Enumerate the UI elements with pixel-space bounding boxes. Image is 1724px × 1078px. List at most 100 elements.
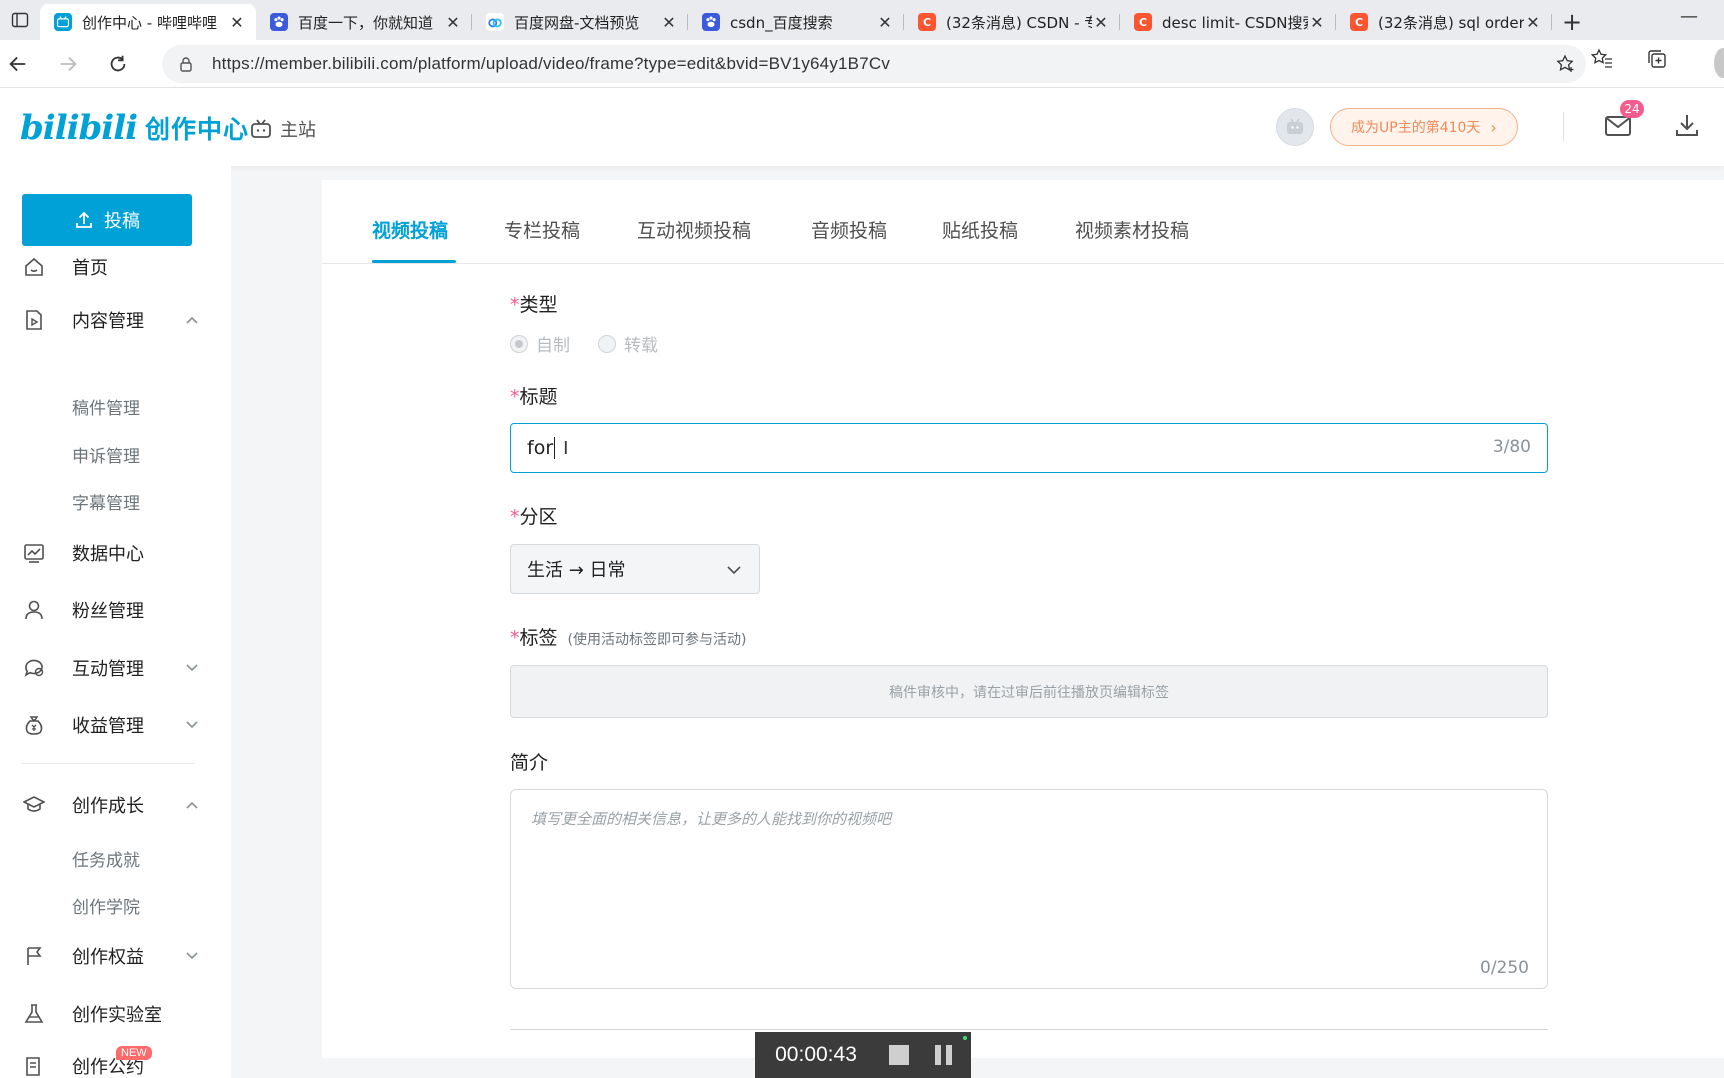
chevron-down-icon bbox=[186, 952, 198, 960]
sidebar-item-label: 数据中心 bbox=[72, 544, 144, 565]
close-tab-icon[interactable]: ✕ bbox=[876, 13, 894, 32]
main-site-link[interactable]: 主站 bbox=[250, 116, 316, 142]
logo-subtitle: 创作中心 bbox=[145, 115, 250, 144]
zone-select[interactable]: 生活 → 日常 bbox=[510, 544, 760, 594]
browser-tab-csdn-1[interactable]: C (32条消息) CSDN - 专 ✕ bbox=[904, 4, 1120, 40]
mail-count-badge: 24 bbox=[1620, 100, 1644, 118]
address-bar-row: https://member.bilibili.com/platform/upl… bbox=[0, 40, 1724, 88]
title-char-count: 3/80 bbox=[1492, 437, 1531, 457]
url-field[interactable]: https://member.bilibili.com/platform/upl… bbox=[162, 45, 1586, 83]
sidebar-item-growth[interactable]: 创作成长 bbox=[0, 783, 231, 827]
close-tab-icon[interactable]: ✕ bbox=[444, 13, 462, 32]
sidebar-item-label: 创作成长 bbox=[72, 796, 144, 817]
forward-button[interactable] bbox=[50, 46, 86, 82]
close-tab-icon[interactable]: ✕ bbox=[1092, 13, 1110, 32]
recording-timer: 00:00:43 bbox=[775, 1043, 857, 1066]
sidebar-item-label: 创作实验室 bbox=[72, 1005, 162, 1026]
tab-video-material-upload[interactable]: 视频素材投稿 bbox=[1075, 216, 1189, 243]
sidebar-item-revenue[interactable]: 收益管理 bbox=[0, 703, 231, 747]
sidebar-item-interaction[interactable]: 互动管理 bbox=[0, 646, 231, 690]
collections-icon bbox=[1647, 50, 1666, 68]
close-tab-icon[interactable]: ✕ bbox=[660, 13, 678, 32]
close-tab-icon[interactable]: ✕ bbox=[228, 13, 246, 32]
tab-title: 百度网盘-文档预览 bbox=[514, 13, 640, 32]
browser-tab-csdn-3[interactable]: C (32条消息) sql order ✕ bbox=[1336, 4, 1552, 40]
tab-article-upload[interactable]: 专栏投稿 bbox=[504, 216, 580, 243]
csdn-favicon-icon: C bbox=[918, 13, 936, 31]
sidebar-item-label: 创作权益 bbox=[72, 947, 144, 968]
sidebar-subitem-subtitles[interactable]: 字幕管理 bbox=[72, 489, 140, 514]
reload-button[interactable] bbox=[100, 46, 136, 82]
form-divider bbox=[510, 1029, 1548, 1030]
description-textarea[interactable]: 填写更全面的相关信息，让更多的人能找到你的视频吧 0/250 bbox=[510, 789, 1548, 989]
tab-interactive-video-upload[interactable]: 互动视频投稿 bbox=[637, 216, 751, 243]
up-anniversary-badge[interactable]: 成为UP主的第410天 › bbox=[1330, 108, 1518, 146]
sidebar-item-home[interactable]: 首页 bbox=[0, 245, 231, 289]
url-text: https://member.bilibili.com/platform/upl… bbox=[212, 54, 891, 73]
description-label: 简介 bbox=[510, 752, 549, 774]
sidebar-item-data-center[interactable]: 数据中心 bbox=[0, 531, 231, 575]
back-button[interactable] bbox=[0, 46, 36, 82]
title-value: for bbox=[527, 437, 554, 459]
baidu-paw-favicon-icon bbox=[270, 13, 288, 31]
browser-tab-strip: 创作中心 - 哔哩哔哩 ✕ 百度一下，你就知道 ✕ 百度网盘-文档预览 ✕ cs… bbox=[0, 0, 1724, 40]
title-input[interactable]: for I 3/80 bbox=[510, 423, 1548, 473]
chat-bubble-icon bbox=[22, 656, 46, 680]
chevron-down-icon bbox=[727, 566, 741, 575]
browser-tab-baidu-netdisk[interactable]: 百度网盘-文档预览 ✕ bbox=[472, 4, 688, 40]
sidebar-subitem-academy[interactable]: 创作学院 bbox=[72, 893, 140, 918]
new-badge: NEW bbox=[116, 1046, 152, 1060]
download-icon[interactable] bbox=[1674, 112, 1700, 138]
add-favorite-icon[interactable] bbox=[1556, 54, 1576, 74]
radio-original[interactable]: 自制 bbox=[510, 331, 570, 356]
collections-button[interactable] bbox=[1629, 48, 1684, 70]
tab-title: csdn_百度搜索 bbox=[730, 13, 833, 32]
type-label: *类型 bbox=[510, 294, 558, 316]
chevron-up-icon bbox=[186, 316, 198, 324]
sidebar-item-benefits[interactable]: 创作权益 bbox=[0, 934, 231, 978]
stop-recording-button[interactable] bbox=[889, 1045, 909, 1065]
bilibili-favicon-icon bbox=[54, 13, 72, 31]
browser-tab-csdn-2[interactable]: C desc limit- CSDN搜索 ✕ bbox=[1120, 4, 1336, 40]
text-caret bbox=[554, 437, 556, 459]
user-icon bbox=[22, 598, 46, 622]
user-avatar[interactable] bbox=[1276, 108, 1314, 146]
tab-title: (32条消息) sql order bbox=[1378, 13, 1524, 32]
chevron-right-icon: › bbox=[1490, 117, 1497, 137]
close-tab-icon[interactable]: ✕ bbox=[1524, 13, 1542, 32]
sidebar-item-fans[interactable]: 粉丝管理 bbox=[0, 588, 231, 632]
submit-video-button[interactable]: 投稿 bbox=[22, 194, 192, 246]
browser-tab-csdn-search[interactable]: csdn_百度搜索 ✕ bbox=[688, 4, 904, 40]
bilibili-creator-logo[interactable]: bilibili 创作中心 bbox=[20, 108, 249, 148]
zone-value: 生活 → 日常 bbox=[527, 560, 626, 581]
tab-title: (32条消息) CSDN - 专 bbox=[946, 13, 1092, 32]
radio-dot-selected bbox=[510, 334, 528, 353]
description-placeholder: 填写更全面的相关信息，让更多的人能找到你的视频吧 bbox=[531, 810, 892, 828]
tab-video-upload[interactable]: 视频投稿 bbox=[372, 216, 448, 243]
new-tab-button[interactable]: + bbox=[1552, 4, 1592, 40]
sidebar-item-label: 收益管理 bbox=[72, 716, 144, 737]
tab-sticker-upload[interactable]: 贴纸投稿 bbox=[942, 216, 1018, 243]
favorites-button[interactable] bbox=[1574, 48, 1629, 70]
sidebar-subitem-appeals[interactable]: 申诉管理 bbox=[72, 442, 140, 467]
close-tab-icon[interactable]: ✕ bbox=[1308, 13, 1326, 32]
browser-tab-bilibili[interactable]: 创作中心 - 哔哩哔哩 ✕ bbox=[40, 4, 256, 40]
upload-icon bbox=[76, 211, 92, 228]
profile-avatar[interactable] bbox=[1714, 48, 1724, 78]
arrow-right-icon bbox=[60, 56, 77, 71]
tab-actions-icon[interactable] bbox=[0, 0, 40, 40]
baidu-netdisk-favicon-icon bbox=[486, 13, 504, 31]
pause-recording-button[interactable] bbox=[935, 1045, 952, 1065]
default-avatar-icon bbox=[1287, 118, 1303, 134]
radio-repost[interactable]: 转载 bbox=[598, 331, 658, 356]
document-list-icon bbox=[22, 1054, 46, 1078]
tab-audio-upload[interactable]: 音频投稿 bbox=[811, 216, 887, 243]
sidebar-subitem-achievements[interactable]: 任务成就 bbox=[72, 846, 140, 871]
sidebar-item-lab[interactable]: 创作实验室 bbox=[0, 992, 231, 1036]
minimize-button[interactable]: — bbox=[1680, 6, 1698, 27]
active-tab-indicator bbox=[372, 260, 456, 263]
sidebar-item-content[interactable]: 内容管理 bbox=[0, 298, 231, 342]
browser-tab-baidu[interactable]: 百度一下，你就知道 ✕ bbox=[256, 4, 472, 40]
sidebar-subitem-manuscripts[interactable]: 稿件管理 bbox=[72, 394, 140, 419]
browser-toolbar bbox=[1574, 48, 1724, 70]
